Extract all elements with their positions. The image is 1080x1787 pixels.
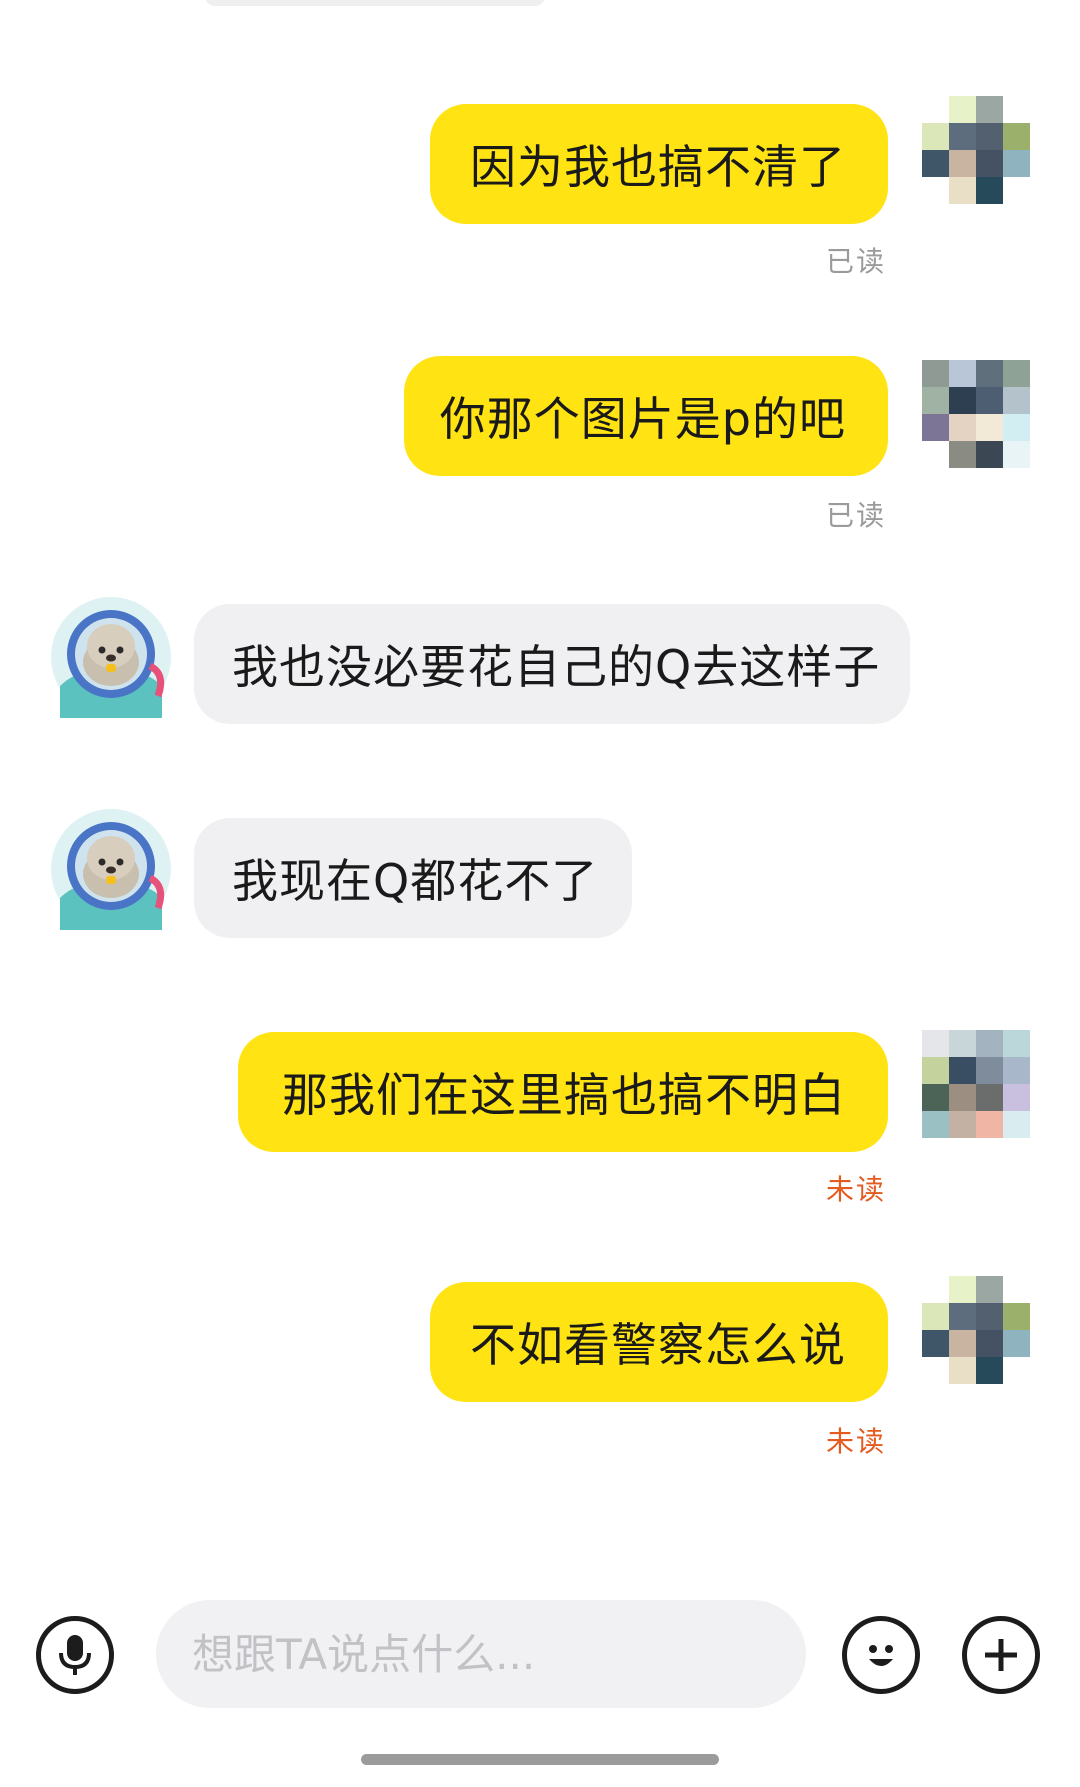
message-text: 因为我也搞不清了 <box>470 140 846 194</box>
message-composer <box>0 1580 1080 1730</box>
message-read-status: 已读 <box>825 245 886 278</box>
message-unread-status: 未读 <box>825 1173 886 1206</box>
message-read-status: 已读 <box>825 499 886 532</box>
incoming-message-bubble[interactable]: 我也没必要花自己的Q去这样子 <box>194 604 910 724</box>
plus-icon <box>985 1639 1017 1671</box>
message-unread-status: 未读 <box>825 1425 886 1458</box>
outgoing-message-bubble[interactable]: 不如看警察怎么说 <box>430 1282 888 1402</box>
message-text: 不如看警察怎么说 <box>470 1318 846 1372</box>
message-text: 我现在Q都花不了 <box>232 854 599 908</box>
message-text: 你那个图片是p的吧 <box>439 392 846 446</box>
incoming-message-bubble[interactable]: 我现在Q都花不了 <box>194 818 632 938</box>
my-avatar[interactable] <box>922 1276 1030 1384</box>
my-avatar[interactable] <box>922 1030 1030 1138</box>
message-text: 那我们在这里搞也搞不明白 <box>282 1068 846 1122</box>
more-button[interactable] <box>962 1616 1040 1694</box>
previous-message-edge <box>205 0 545 6</box>
outgoing-message-bubble[interactable]: 因为我也搞不清了 <box>430 104 888 224</box>
outgoing-message-bubble[interactable]: 那我们在这里搞也搞不明白 <box>238 1032 888 1152</box>
my-avatar[interactable] <box>922 96 1030 204</box>
contact-avatar[interactable] <box>50 596 172 718</box>
voice-button[interactable] <box>36 1616 114 1694</box>
smiley-icon <box>869 1645 893 1666</box>
home-indicator[interactable] <box>361 1754 719 1765</box>
emoji-button[interactable] <box>842 1616 920 1694</box>
outgoing-message-bubble[interactable]: 你那个图片是p的吧 <box>404 356 888 476</box>
my-avatar[interactable] <box>922 360 1030 468</box>
message-text: 我也没必要花自己的Q去这样子 <box>232 640 881 694</box>
contact-avatar[interactable] <box>50 808 172 930</box>
microphone-icon <box>59 1635 91 1675</box>
message-input[interactable] <box>156 1600 806 1708</box>
